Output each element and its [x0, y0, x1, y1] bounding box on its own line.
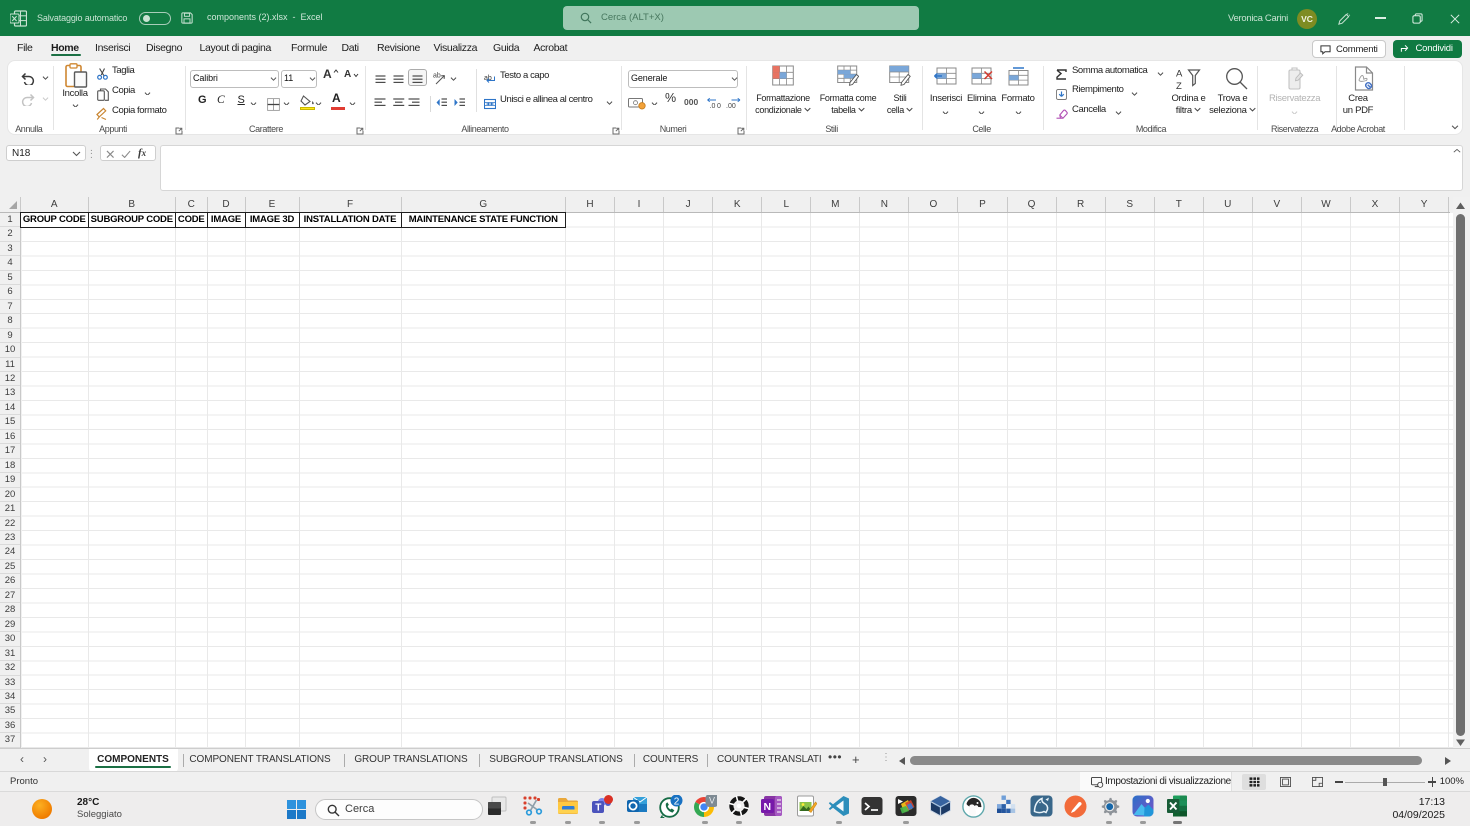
svg-text:ab: ab: [433, 72, 441, 79]
svg-text:T: T: [595, 803, 601, 814]
svg-text:A: A: [1176, 69, 1183, 80]
svg-text:V: V: [709, 796, 715, 806]
svg-text:N: N: [764, 801, 772, 813]
svg-text:Z: Z: [1176, 81, 1182, 91]
svg-text:2: 2: [674, 796, 680, 807]
